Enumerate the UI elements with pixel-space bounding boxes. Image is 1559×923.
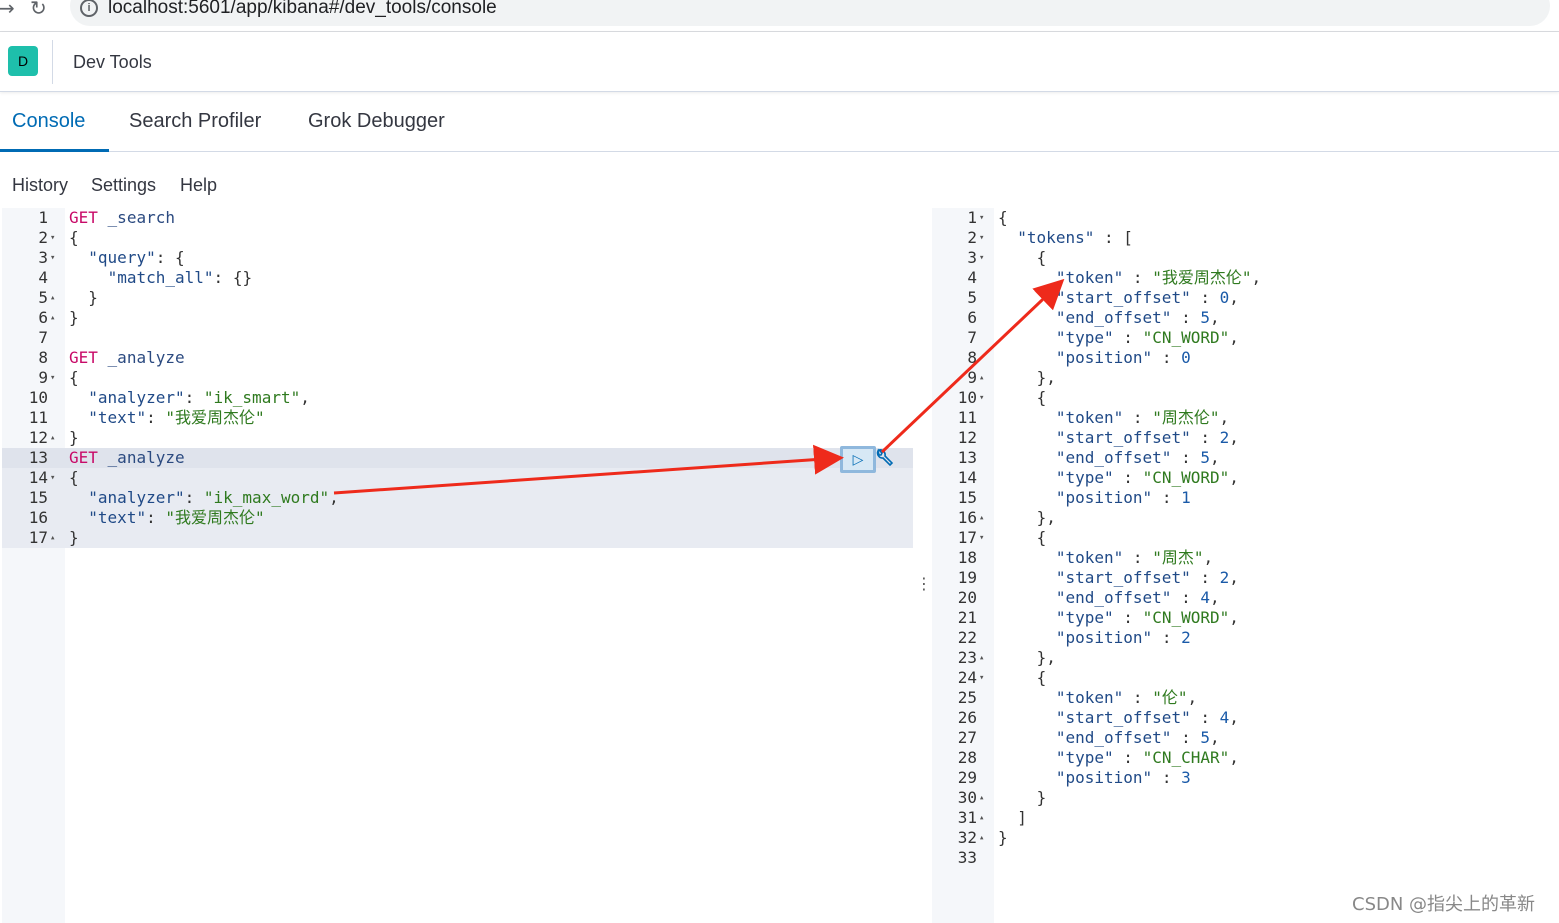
watermark: CSDN @指尖上的革新 (1352, 894, 1536, 915)
annotation-arrows (333, 278, 1065, 495)
annotation-arrow-to-response (880, 278, 1065, 454)
annotation-arrow-to-play (333, 444, 844, 495)
